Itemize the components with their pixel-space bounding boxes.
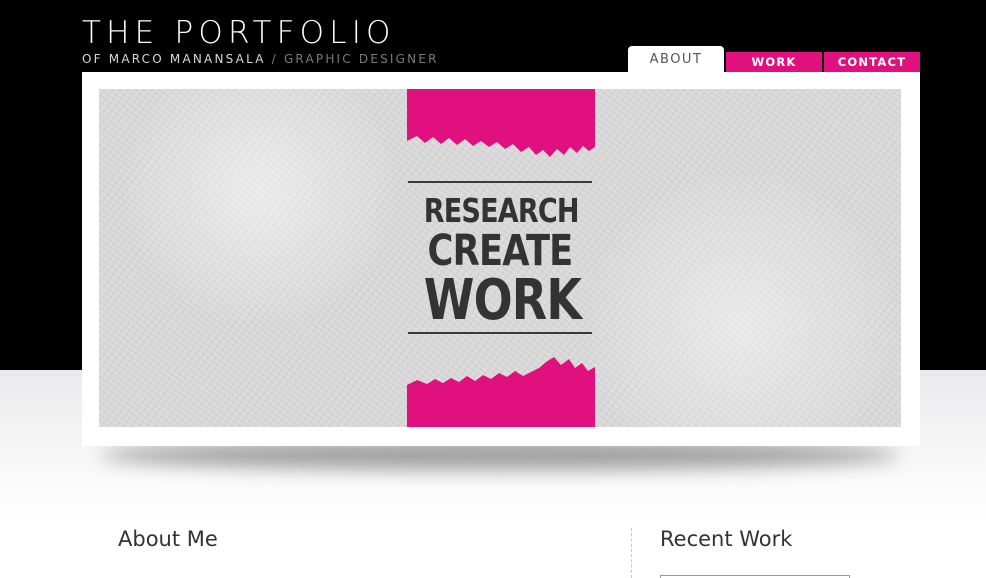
site-branding[interactable]: THE PORTFOLIO OF MARCO MANANSALA / GRAPH… — [82, 14, 439, 66]
subtitle-role: GRAPHIC DESIGNER — [283, 52, 439, 66]
motto-line-create: CREATE — [427, 226, 574, 276]
site-title[interactable]: THE PORTFOLIO — [82, 14, 439, 52]
hero-card: RESEARCH CREATE WORK — [82, 72, 920, 446]
motto-bottom-rule — [408, 332, 592, 334]
recent-work-heading: Recent Work — [660, 527, 793, 551]
motto-line-work: WORK — [423, 268, 582, 333]
motto-line-research: RESEARCH — [423, 191, 580, 230]
top-brush-stroke — [407, 89, 595, 157]
motto-top-rule — [408, 181, 592, 183]
subtitle-owner: OF MARCO MANANSALA — [82, 52, 266, 66]
hero-motto: RESEARCH CREATE WORK — [407, 193, 593, 329]
subtitle-separator: / — [271, 52, 278, 66]
nav-tab-contact[interactable]: CONTACT — [824, 52, 920, 72]
nav-tab-about[interactable]: ABOUT — [628, 46, 724, 72]
page: THE PORTFOLIO OF MARCO MANANSALA / GRAPH… — [0, 0, 986, 578]
nav-tab-work[interactable]: WORK — [726, 52, 822, 72]
hero-image: RESEARCH CREATE WORK — [99, 89, 901, 427]
about-me-heading: About Me — [118, 527, 218, 551]
site-subtitle: OF MARCO MANANSALA / GRAPHIC DESIGNER — [82, 52, 439, 66]
bottom-brush-stroke — [407, 357, 595, 427]
column-divider — [631, 528, 632, 578]
